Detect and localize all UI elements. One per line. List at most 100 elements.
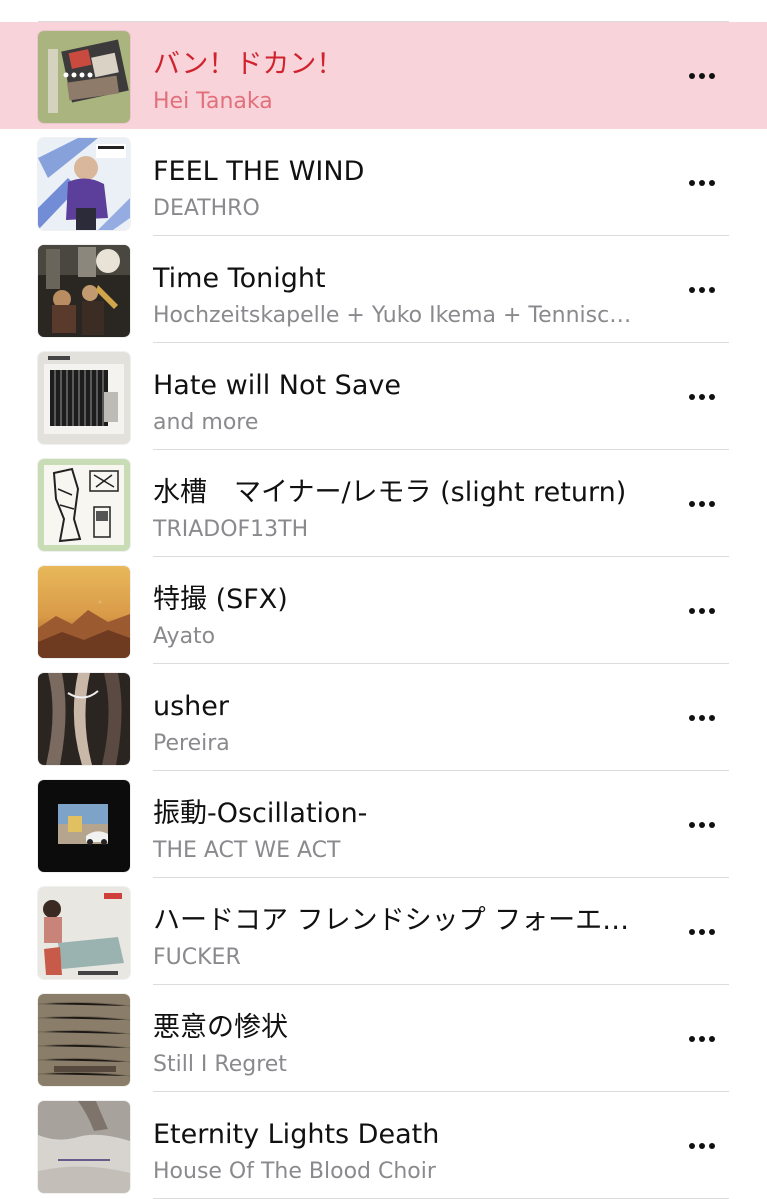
- album-artwork: [38, 673, 130, 765]
- more-dot: [709, 929, 715, 935]
- more-options-button[interactable]: [680, 58, 724, 94]
- track-row[interactable]: Time Tonight Hochzeitskapelle + Yuko Ike…: [0, 236, 767, 343]
- track-title: 特撮 (SFX): [153, 584, 288, 615]
- more-horizontal-icon: [689, 180, 695, 186]
- album-artwork: [38, 994, 130, 1086]
- album-artwork: [38, 245, 130, 337]
- more-options-button[interactable]: [680, 165, 724, 201]
- more-dot: [699, 180, 705, 186]
- track-artist: Ayato: [153, 624, 216, 649]
- track-meta: ハードコア フレンドシップ フォーエ… FUCKER: [153, 878, 658, 985]
- more-options-button[interactable]: [680, 700, 724, 736]
- more-dot: [709, 394, 715, 400]
- more-dot: [699, 822, 705, 828]
- track-meta: 悪意の惨状 Still I Regret: [153, 985, 658, 1092]
- track-artist: Hei Tanaka: [153, 89, 273, 114]
- more-options-button[interactable]: [680, 1128, 724, 1164]
- more-options-button[interactable]: [680, 914, 724, 950]
- track-row[interactable]: ハードコア フレンドシップ フォーエ… FUCKER: [0, 878, 767, 985]
- track-artist: DEATHRO: [153, 196, 260, 221]
- track-row[interactable]: 悪意の惨状 Still I Regret: [0, 985, 767, 1092]
- more-options-button[interactable]: [680, 272, 724, 308]
- track-row[interactable]: Hate will Not Save and more: [0, 343, 767, 450]
- more-dot: [709, 73, 715, 79]
- track-artist: and more: [153, 410, 259, 435]
- track-title: Hate will Not Save: [153, 370, 401, 401]
- more-options-button[interactable]: [680, 807, 724, 843]
- track-meta: Eternity Lights Death House Of The Blood…: [153, 1092, 658, 1199]
- track-row[interactable]: 振動-Oscillation- THE ACT WE ACT: [0, 771, 767, 878]
- track-title: Time Tonight: [153, 263, 326, 294]
- more-dot: [709, 1143, 715, 1149]
- more-options-button[interactable]: [680, 1021, 724, 1057]
- more-options-button[interactable]: [680, 486, 724, 522]
- track-meta: usher Pereira: [153, 664, 658, 771]
- album-artwork: [38, 138, 130, 230]
- track-meta: Time Tonight Hochzeitskapelle + Yuko Ike…: [153, 236, 658, 343]
- track-title: FEEL THE WIND: [153, 156, 365, 187]
- track-title: 振動-Oscillation-: [153, 798, 368, 829]
- more-dot: [709, 1036, 715, 1042]
- track-title: usher: [153, 691, 230, 722]
- more-horizontal-icon: [689, 929, 695, 935]
- more-dot: [699, 1143, 705, 1149]
- more-dot: [699, 929, 705, 935]
- track-title: ハードコア フレンドシップ フォーエ…: [153, 905, 630, 936]
- track-artist: House Of The Blood Choir: [153, 1159, 436, 1184]
- more-horizontal-icon: [689, 287, 695, 293]
- track-title: Eternity Lights Death: [153, 1119, 440, 1150]
- more-horizontal-icon: [689, 73, 695, 79]
- more-dot: [709, 287, 715, 293]
- more-dot: [699, 715, 705, 721]
- more-dot: [699, 608, 705, 614]
- track-title: バン！ドカン！: [153, 49, 344, 80]
- album-artwork: [38, 887, 130, 979]
- more-dot: [709, 180, 715, 186]
- track-meta: 特撮 (SFX) Ayato: [153, 557, 658, 664]
- more-dot: [709, 715, 715, 721]
- album-artwork: [38, 1101, 130, 1193]
- track-title: 水槽 マイナー/レモラ (slight return): [153, 477, 627, 508]
- track-meta: 水槽 マイナー/レモラ (slight return) TRIADOF13TH: [153, 450, 658, 557]
- more-horizontal-icon: [689, 394, 695, 400]
- more-dot: [699, 73, 705, 79]
- track-row[interactable]: Eternity Lights Death House Of The Blood…: [0, 1092, 767, 1199]
- more-horizontal-icon: [689, 822, 695, 828]
- track-row[interactable]: 特撮 (SFX) Ayato: [0, 557, 767, 664]
- album-artwork: [38, 566, 130, 658]
- track-row[interactable]: usher Pereira: [0, 664, 767, 771]
- more-dot: [709, 608, 715, 614]
- track-artist: TRIADOF13TH: [153, 517, 309, 542]
- album-artwork: [38, 459, 130, 551]
- track-artist: FUCKER: [153, 945, 241, 970]
- track-title: 悪意の惨状: [153, 1012, 288, 1043]
- album-artwork: [38, 780, 130, 872]
- more-horizontal-icon: [689, 1036, 695, 1042]
- more-horizontal-icon: [689, 501, 695, 507]
- track-row[interactable]: 水槽 マイナー/レモラ (slight return) TRIADOF13TH: [0, 450, 767, 557]
- more-horizontal-icon: [689, 715, 695, 721]
- track-row[interactable]: FEEL THE WIND DEATHRO: [0, 129, 767, 236]
- more-horizontal-icon: [689, 1143, 695, 1149]
- more-dot: [709, 822, 715, 828]
- album-artwork: [38, 352, 130, 444]
- album-artwork: [38, 31, 130, 123]
- track-meta: バン！ドカン！ Hei Tanaka: [153, 22, 658, 129]
- track-artist: Hochzeitskapelle + Yuko Ikema + Tennisc…: [153, 303, 632, 328]
- track-artist: Pereira: [153, 731, 230, 756]
- track-list: バン！ドカン！ Hei Tanaka FEEL THE WIND DEATHRO…: [0, 22, 767, 1199]
- track-artist: THE ACT WE ACT: [153, 838, 341, 863]
- more-options-button[interactable]: [680, 379, 724, 415]
- track-meta: FEEL THE WIND DEATHRO: [153, 129, 658, 236]
- track-row-now-playing[interactable]: バン！ドカン！ Hei Tanaka: [0, 22, 767, 129]
- track-artist: Still I Regret: [153, 1052, 287, 1077]
- more-dot: [699, 1036, 705, 1042]
- more-horizontal-icon: [689, 608, 695, 614]
- track-meta: Hate will Not Save and more: [153, 343, 658, 450]
- more-dot: [709, 501, 715, 507]
- more-dot: [699, 287, 705, 293]
- more-options-button[interactable]: [680, 593, 724, 629]
- more-dot: [699, 501, 705, 507]
- more-dot: [699, 394, 705, 400]
- track-meta: 振動-Oscillation- THE ACT WE ACT: [153, 771, 658, 878]
